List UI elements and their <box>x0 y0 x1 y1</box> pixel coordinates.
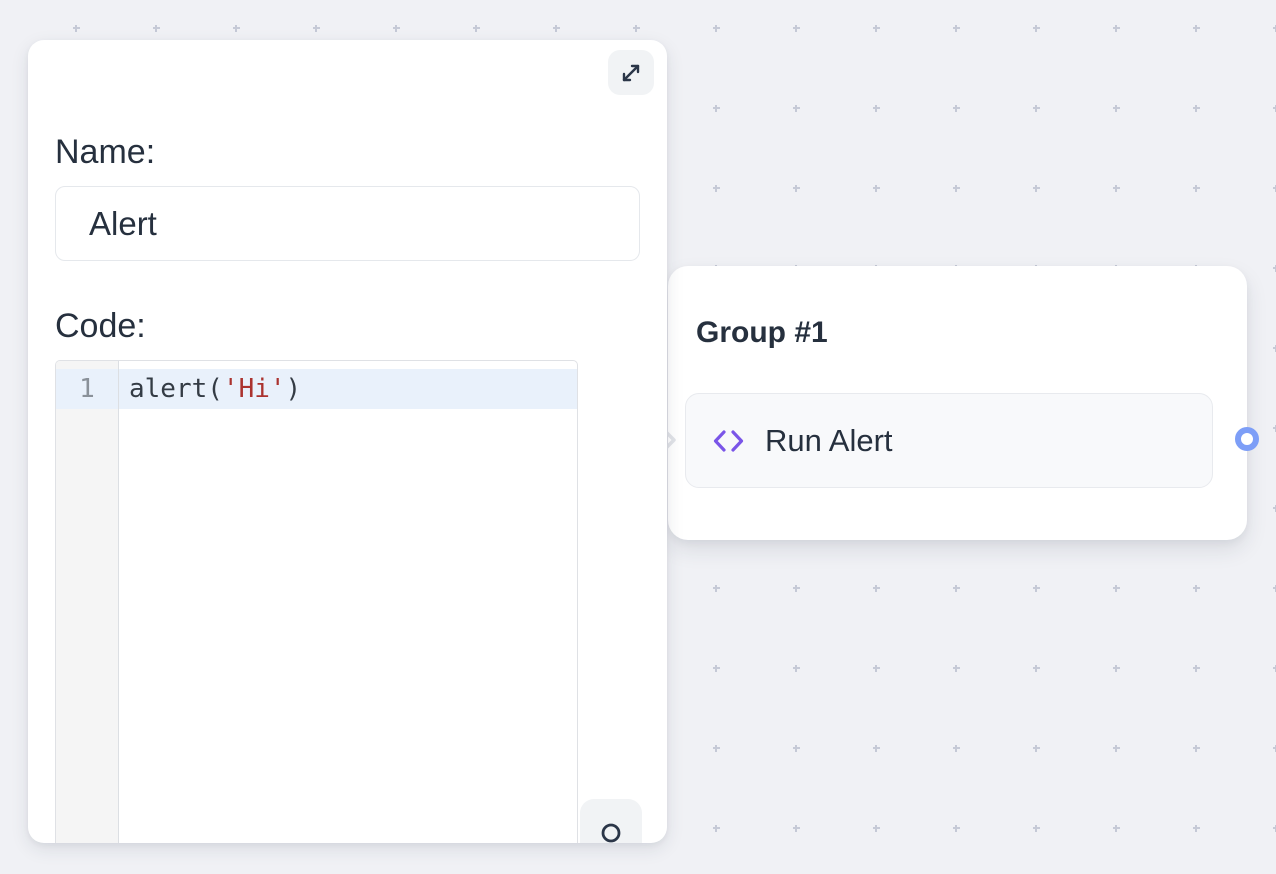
grid-dot <box>1193 745 1200 752</box>
grid-dot <box>1033 25 1040 32</box>
grid-dot <box>713 825 720 832</box>
grid-dot <box>1273 665 1276 672</box>
code-brackets-icon <box>712 425 745 457</box>
grid-dot <box>1113 585 1120 592</box>
grid-dot <box>633 25 640 32</box>
grid-dot <box>873 825 880 832</box>
grid-dot <box>713 185 720 192</box>
person-button[interactable] <box>580 799 642 843</box>
grid-dot <box>953 105 960 112</box>
grid-dot <box>873 745 880 752</box>
grid-dot <box>793 105 800 112</box>
code-line[interactable]: alert('Hi') <box>119 369 577 409</box>
grid-dot <box>1273 265 1276 272</box>
grid-dot <box>1113 665 1120 672</box>
grid-dot <box>953 665 960 672</box>
grid-dot <box>1273 185 1276 192</box>
grid-dot <box>793 825 800 832</box>
grid-dot <box>1193 825 1200 832</box>
grid-dot <box>1273 825 1276 832</box>
group-node-card[interactable]: Group #1 Run Alert <box>668 266 1247 540</box>
grid-dot <box>873 25 880 32</box>
grid-dot <box>1273 345 1276 352</box>
grid-dot <box>393 25 400 32</box>
grid-dot <box>73 25 80 32</box>
output-handle[interactable] <box>1235 427 1259 451</box>
grid-dot <box>1113 25 1120 32</box>
grid-dot <box>873 665 880 672</box>
grid-dot <box>793 25 800 32</box>
grid-dot <box>1273 505 1276 512</box>
grid-dot <box>793 745 800 752</box>
grid-dot <box>233 25 240 32</box>
grid-dot <box>1193 105 1200 112</box>
name-field-label: Name: <box>55 128 155 176</box>
flow-item-run-alert[interactable]: Run Alert <box>685 393 1213 488</box>
name-input[interactable] <box>55 186 640 261</box>
grid-dot <box>953 25 960 32</box>
grid-dot <box>1113 825 1120 832</box>
code-token: ) <box>286 374 302 404</box>
node-editor-panel: Name: Code: 1 alert('Hi') <box>28 40 667 843</box>
grid-dot <box>953 825 960 832</box>
code-editor-gutter <box>56 361 118 843</box>
code-field-label: Code: <box>55 302 146 350</box>
gutter-divider <box>118 361 119 843</box>
grid-dot <box>1193 185 1200 192</box>
grid-dot <box>873 585 880 592</box>
grid-dot <box>793 185 800 192</box>
grid-dot <box>713 665 720 672</box>
grid-dot <box>1193 585 1200 592</box>
grid-dot <box>1193 25 1200 32</box>
grid-dot <box>953 585 960 592</box>
grid-dot <box>1033 585 1040 592</box>
grid-dot <box>953 745 960 752</box>
expand-button[interactable] <box>608 50 654 95</box>
grid-dot <box>713 585 720 592</box>
grid-dot <box>1033 745 1040 752</box>
grid-dot <box>713 25 720 32</box>
person-icon <box>591 810 631 843</box>
grid-dot <box>713 105 720 112</box>
grid-dot <box>1033 665 1040 672</box>
grid-dot <box>873 185 880 192</box>
grid-dot <box>313 25 320 32</box>
grid-dot <box>793 665 800 672</box>
code-editor[interactable]: 1 alert('Hi') <box>55 360 578 843</box>
code-token-string: 'Hi' <box>223 374 286 404</box>
line-number: 1 <box>56 369 118 409</box>
group-node-title: Group #1 <box>696 312 828 354</box>
grid-dot <box>1033 105 1040 112</box>
grid-dot <box>153 25 160 32</box>
grid-dot <box>1113 105 1120 112</box>
grid-dot <box>1273 105 1276 112</box>
grid-dot <box>873 105 880 112</box>
grid-dot <box>553 25 560 32</box>
grid-dot <box>793 585 800 592</box>
grid-dot <box>1113 745 1120 752</box>
flow-item-label: Run Alert <box>765 423 893 459</box>
grid-dot <box>1273 585 1276 592</box>
grid-dot <box>1193 665 1200 672</box>
code-token: alert( <box>129 374 223 404</box>
grid-dot <box>1273 745 1276 752</box>
grid-dot <box>1033 825 1040 832</box>
grid-dot <box>473 25 480 32</box>
grid-dot <box>1113 185 1120 192</box>
grid-dot <box>1273 425 1276 432</box>
grid-dot <box>1033 185 1040 192</box>
expand-diagonal-icon <box>619 61 643 85</box>
grid-dot <box>1273 25 1276 32</box>
grid-dot <box>953 185 960 192</box>
grid-dot <box>713 745 720 752</box>
